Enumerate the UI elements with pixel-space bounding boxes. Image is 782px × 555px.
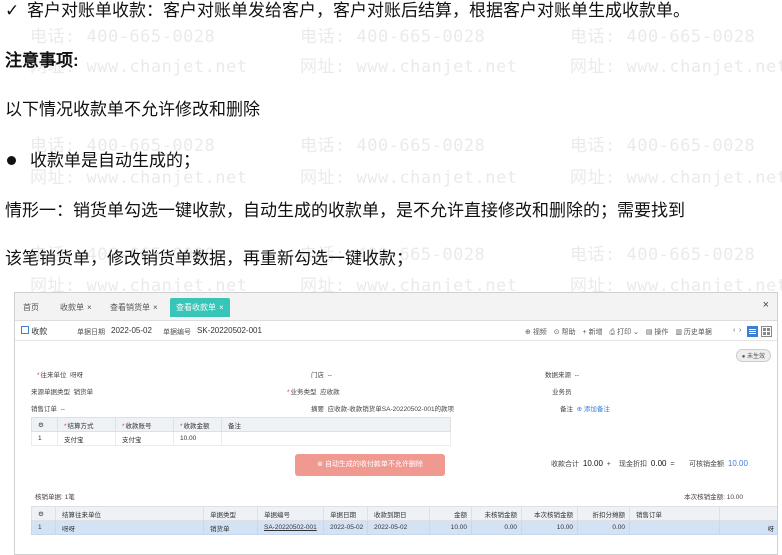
column-header: 销售订单 [629,506,720,521]
bullet-text: 收款单是自动生成的； [30,151,200,170]
close-icon[interactable]: × [87,303,92,312]
watermark-phone: 电话: 400-665-0028 [570,136,756,156]
tab-bar: 首页 收款单 × 查看销货单 × 查看收款单 × × [15,293,777,321]
code-label: 单据编号 [163,329,191,336]
help-button[interactable]: ⊙ 帮助 [554,327,576,337]
table-row[interactable]: 1 支付宝 支付宝 10.00 [31,431,451,446]
writeoff-count: 核销单据: 1笔 [35,494,75,501]
video-button[interactable]: ⊕ 视频 [525,327,547,337]
table-header-row: ⚙ 结算往来单位 单据类型 单据编号 单据日期 收款到期日 金额 未核销金额 本… [31,506,777,521]
partner-field: *往来单位 呀呀 [37,372,84,379]
column-header: *结算方式 [57,417,116,432]
receipt-title: 收款 [21,326,47,337]
status-badge: ● 未生效 [735,349,771,362]
watermark-phone: 电话: 400-665-0028 [300,27,486,47]
writeoff-grid: ⚙ 结算往来单位 单据类型 单据编号 单据日期 收款到期日 金额 未核销金额 本… [31,506,777,535]
date-value: 2022-05-02 [111,326,152,335]
source-type-field: 来源单据类型 销货单 [31,389,94,396]
tab-receipts[interactable]: 收款单 × [60,298,92,317]
writeoff-this-amount: 本次核销金额: 10.00 [684,494,743,501]
watermark-phone: 电话: 400-665-0028 [570,245,756,265]
column-header: *收款账号 [115,417,174,432]
watermark-phone: 电话: 400-665-0028 [30,27,216,47]
column-header: 折扣分摊额 [577,506,630,521]
column-header: *收款金额 [173,417,222,432]
tab-view-receipt[interactable]: 查看收款单 × [170,298,230,317]
receipt-icon [21,326,29,334]
error-toast: ⊗ 自动生成的收付款单不允许删除 [295,454,445,476]
table-row[interactable]: 1 呀呀 销货单 SA-20220502-001 2022-05-02 2022… [31,520,777,535]
close-icon[interactable]: × [219,303,224,312]
date-label: 单据日期 [77,329,105,336]
watermark-phone: 电话: 400-665-0028 [300,136,486,156]
remark-field: 备注 ⊕ 添加备注 [560,406,610,413]
paragraph-reconciliation: ✓ 客户对账单收款：客户对账单发给客户，客户对账后结算，根据客户对账单生成收款单。 [5,0,690,22]
watermark-phone: 电话: 400-665-0028 [570,27,756,47]
source-field: 数据来源 -- [545,372,579,379]
column-header: 收款到期日 [367,506,430,521]
paragraph-intro: 以下情况收款单不允许修改和删除 [5,100,260,119]
watermark-site: 网址: www.chanjet.net [300,168,518,188]
watermark-site: 网址: www.chanjet.net [570,168,782,188]
receipt-total: 收款合计 10.00 + [551,459,611,468]
column-header: 未核销金额 [471,506,522,521]
receipt-screenshot: 首页 收款单 × 查看销货单 × 查看收款单 × × 收款 单据日期 2022-05-… [14,292,778,555]
watermark-site: 网址: www.chanjet.net [300,57,518,77]
cash-discount: 现金折扣 0.00 = [619,459,675,468]
writeoff-amount: 可核销金额 10.00 [689,459,748,468]
prev-icon[interactable]: ‹ [733,327,735,334]
settings-icon[interactable]: ⚙ [31,417,58,432]
code-value: SK-20220502-001 [197,326,262,335]
add-button[interactable]: + 新增 [583,327,603,337]
column-header: 备注 [221,417,451,432]
grid-view-icon[interactable] [761,326,772,337]
close-icon[interactable]: × [153,303,158,312]
salesman-field[interactable]: 业务员 [552,386,572,396]
column-header: 单据类型 [203,506,258,521]
tab-home[interactable]: 首页 [23,298,39,317]
bullet-dot-icon [7,156,16,166]
document-code-link[interactable]: SA-20220502-001 [257,520,324,535]
paragraph-case-one: 情形一：销货单勾选一键收款，自动生成的收款单，是不允许直接修改和删除的；需要找到 [5,201,685,220]
history-button[interactable]: ▥ 历史单据 [675,327,712,337]
next-icon[interactable]: › [739,327,741,334]
notes-heading: 注意事项: [5,51,79,70]
column-header: 金额 [429,506,472,521]
summary-field: 摘要 应收款-收款销货单SA-20220502-001的款项 [311,406,455,413]
bullet-auto-generated: 收款单是自动生成的； [5,150,200,172]
check-mark-icon: ✓ [5,1,20,20]
table-header-row: ⚙ *结算方式 *收款账号 *收款金额 备注 [31,417,451,432]
paragraph-case-one-continued: 该笔销货单，修改销货单数据，再重新勾选一键收款； [5,249,413,268]
column-header: 结算往来单位 [55,506,204,521]
add-remark-link[interactable]: ⊕ 添加备注 [577,406,610,413]
column-header: 本次核销金额 [521,506,578,521]
column-header: 单据编号 [257,506,324,521]
watermark-site: 网址: www.chanjet.net [570,57,782,77]
window-close-icon[interactable]: × [763,299,769,311]
column-header [719,506,777,521]
settlement-grid: ⚙ *结算方式 *收款账号 *收款金额 备注 1 支付宝 支付宝 10.00 [31,417,451,446]
sales-order-field: 销售订单 -- [31,406,65,413]
column-header: 单据日期 [323,506,368,521]
list-view-icon[interactable] [747,326,758,337]
tab-view-sales[interactable]: 查看销货单 × [110,298,158,317]
biz-type-field: *业务类型 应收款 [287,389,340,396]
operate-button[interactable]: ▤ 操作 [646,327,669,337]
print-button[interactable]: ⎙ 打印 ⌄ [610,327,639,337]
toolbar-actions: ⊕ 视频 ⊙ 帮助 + 新增 ⎙ 打印 ⌄ ▤ 操作 ▥ 历史单据 [525,327,717,337]
toolbar: 收款 单据日期 2022-05-02 单据编号 SK-20220502-001 … [15,323,777,341]
store-field: 门店 -- [311,372,332,379]
paragraph-text: 客户对账单收款：客户对账单发给客户，客户对账后结算，根据客户对账单生成收款单。 [27,1,690,20]
settings-icon[interactable]: ⚙ [31,506,56,521]
